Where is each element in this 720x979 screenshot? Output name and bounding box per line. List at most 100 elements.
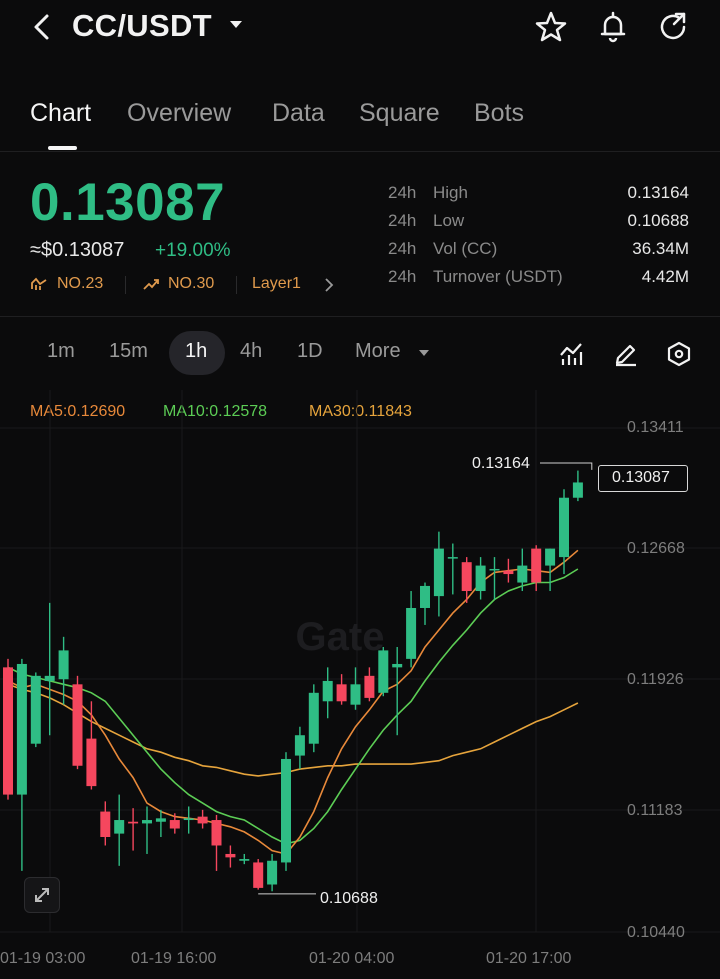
trend-up-icon (143, 279, 159, 290)
candle-body (503, 570, 514, 575)
candle-body (447, 557, 458, 559)
candle-body (433, 548, 444, 597)
x-tick-label: 01-20 17:00 (486, 950, 572, 967)
category-tag[interactable]: Layer1 (252, 275, 301, 293)
stat-turnover-value: 4.42M (641, 267, 689, 286)
back-arrow-icon[interactable] (28, 10, 58, 44)
watermark-text: Gate (296, 615, 385, 659)
low-marker-label: 0.10688 (320, 890, 378, 907)
chevron-down-icon[interactable] (418, 348, 430, 358)
usd-value: ≈$0.13087 (30, 239, 125, 261)
candle-body (545, 548, 556, 566)
candle-body (461, 562, 472, 592)
indicator-icon[interactable] (559, 341, 585, 367)
candle-body (239, 859, 250, 861)
tab-overview[interactable]: Overview (127, 99, 231, 128)
x-tick-label: 01-19 16:00 (131, 950, 217, 967)
candle-body (489, 568, 500, 571)
stat-high-label: High (433, 183, 468, 202)
tab-chart[interactable]: Chart (30, 99, 91, 128)
candle-body (225, 853, 236, 858)
interval-4h[interactable]: 4h (240, 340, 262, 363)
expand-icon (35, 888, 49, 902)
main-tabs: Chart Overview Data Square Bots (0, 92, 720, 152)
top-bar: CC/USDT (0, 0, 720, 60)
stat-turnover-label: Turnover (USDT) (433, 267, 563, 286)
candle-body (183, 818, 194, 821)
candle-body (336, 684, 347, 702)
x-tick-label: 01-19 03:00 (0, 950, 86, 967)
y-tick-label: 0.11926 (627, 671, 684, 688)
pair-title[interactable]: CC/USDT (72, 8, 212, 44)
fullscreen-button[interactable] (24, 877, 60, 913)
stat-period: 24h (388, 267, 417, 286)
y-tick-label: 0.12668 (627, 540, 685, 557)
candle-body (559, 497, 569, 558)
current-price-tag: 0.13087 (598, 465, 688, 492)
stat-period: 24h (388, 183, 417, 202)
tab-data[interactable]: Data (272, 99, 325, 128)
candle-body (142, 820, 152, 824)
draw-pencil-icon[interactable] (613, 341, 639, 367)
y-tick-label: 0.11183 (627, 802, 683, 819)
candle-body (572, 482, 583, 498)
candle-body (294, 735, 305, 756)
ticker-divider (0, 316, 720, 317)
chevron-right-icon[interactable] (324, 278, 334, 292)
stat-low-value: 0.10688 (627, 211, 689, 230)
candle-body (44, 675, 55, 681)
tab-square[interactable]: Square (359, 99, 440, 128)
active-tab-indicator (48, 146, 77, 150)
current-price-value: 0.13087 (612, 469, 670, 486)
high-marker-label: 0.13164 (472, 455, 530, 472)
price-change: +19.00% (155, 240, 231, 261)
rank-separator (125, 276, 126, 294)
settings-hexagon-icon[interactable] (666, 341, 692, 367)
candle-body (420, 585, 430, 608)
interval-1d[interactable]: 1D (297, 340, 323, 363)
y-tick-label: 0.10440 (627, 924, 685, 941)
rank-chart-icon (31, 277, 47, 290)
candle-body (86, 738, 97, 787)
candle-body (364, 675, 375, 698)
candle-body (378, 650, 389, 693)
rank-separator (236, 276, 237, 294)
rank-badge-2[interactable]: NO.30 (168, 275, 214, 293)
interval-more[interactable]: More (355, 340, 401, 363)
y-tick-label: 0.13411 (627, 419, 684, 436)
candle-body (517, 565, 528, 583)
bell-icon[interactable] (596, 10, 630, 44)
high-marker-line (540, 462, 593, 470)
rank-badge-1[interactable]: NO.23 (57, 275, 103, 293)
candle-body (30, 675, 41, 744)
stat-vol-label: Vol (CC) (433, 239, 498, 258)
interval-15m[interactable]: 15m (109, 340, 148, 363)
candle-body (281, 758, 291, 863)
candle-body (197, 816, 208, 824)
x-tick-label: 01-20 04:00 (309, 950, 395, 967)
candle-body (475, 565, 486, 592)
candle-body (350, 684, 361, 705)
candle-body (322, 680, 333, 702)
candle-body (211, 820, 222, 846)
star-icon[interactable] (534, 10, 568, 44)
stat-period: 24h (388, 211, 417, 230)
candle-body (169, 820, 180, 829)
candle-body (392, 663, 403, 668)
stat-high-value: 0.13164 (627, 183, 689, 202)
interval-1m[interactable]: 1m (47, 340, 75, 363)
ma-line-ma5 (7, 549, 579, 855)
stat-low-label: Low (433, 211, 465, 230)
interval-1h[interactable]: 1h (185, 340, 207, 363)
candle-body (72, 684, 83, 766)
ma-line-ma10 (7, 568, 579, 845)
candle-body (58, 650, 69, 680)
candle-body (16, 663, 27, 795)
candle-body (3, 667, 13, 795)
candle-body (531, 548, 542, 583)
tab-bots[interactable]: Bots (474, 99, 524, 128)
candle-body (253, 862, 264, 888)
candle-body (308, 692, 319, 744)
share-icon[interactable] (657, 10, 691, 44)
chevron-down-icon[interactable] (228, 18, 244, 32)
